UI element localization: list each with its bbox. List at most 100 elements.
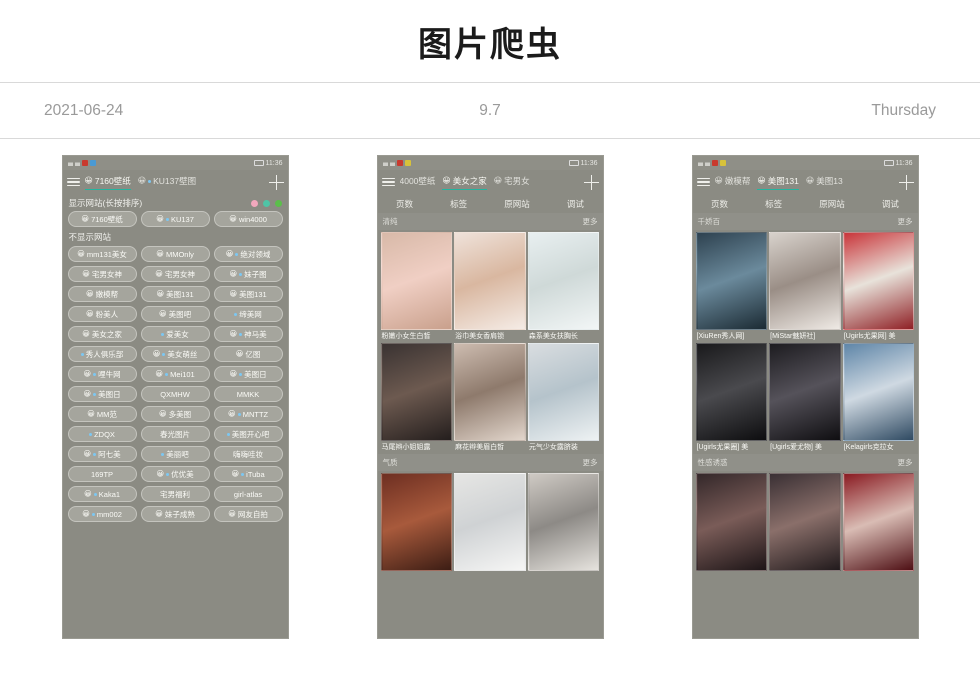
hidden-site-chip[interactable]: 😀 网友自拍 (213, 506, 283, 522)
hidden-site-chip[interactable]: 😀 MMOnly (140, 246, 210, 262)
photo-cell[interactable]: 马尾辫小姐姐露 (380, 343, 453, 454)
menu-icon[interactable] (381, 177, 395, 187)
add-tab-icon[interactable] (268, 174, 284, 190)
hidden-site-chip[interactable]: 😀 嫩模帮 (67, 286, 137, 302)
section-more-link[interactable]: 更多 (583, 457, 598, 468)
photo-cell[interactable] (380, 473, 453, 571)
hidden-site-chip[interactable]: MMKK (213, 386, 283, 402)
hidden-site-chip[interactable]: 😀 妹子成熟 (140, 506, 210, 522)
photo-cell[interactable] (454, 473, 526, 571)
photo-cell[interactable]: 粉嫩小女生白皙 (380, 232, 453, 343)
hidden-site-chip[interactable]: 宅男福利 (140, 486, 210, 502)
photo-thumbnail[interactable] (842, 473, 915, 571)
menu-icon[interactable] (66, 177, 80, 187)
hidden-site-chip[interactable]: girl-atlas (213, 486, 283, 502)
photo-thumbnail[interactable] (380, 343, 453, 441)
subtab-2-0[interactable]: 页数 (711, 198, 728, 210)
hidden-site-chip[interactable]: QXMHW (140, 386, 210, 402)
hidden-site-chip[interactable]: 😀 美女萌丝 (140, 346, 210, 362)
photo-thumbnail[interactable] (454, 343, 526, 441)
photo-cell[interactable] (769, 473, 841, 571)
hidden-site-chip[interactable]: 😀 Mei101 (140, 366, 210, 382)
photo-thumbnail[interactable] (695, 232, 768, 330)
section-more-link[interactable]: 更多 (583, 216, 598, 227)
photo-cell[interactable] (842, 473, 915, 571)
tab-1-1[interactable]: 😀 美女之家 (442, 175, 487, 190)
menu-icon[interactable] (696, 177, 710, 187)
photo-thumbnail[interactable] (842, 232, 915, 330)
photo-cell[interactable]: [Ugirls爱尤物] 美 (769, 343, 841, 454)
hidden-site-chip[interactable]: 169TP (67, 466, 137, 482)
tab-1-0[interactable]: 4000壁纸 (400, 175, 436, 189)
photo-thumbnail[interactable] (695, 343, 768, 441)
hidden-site-chip[interactable]: 春光图片 (140, 426, 210, 442)
photo-thumbnail[interactable] (380, 232, 453, 330)
subtab-2-1[interactable]: 标签 (765, 198, 782, 210)
hidden-site-chip[interactable]: 😀 美图131 (140, 286, 210, 302)
shown-site-chip[interactable]: 😀 7160壁纸 (67, 211, 137, 227)
add-tab-icon[interactable] (898, 174, 914, 190)
photo-thumbnail[interactable] (769, 343, 841, 441)
subtab-2-2[interactable]: 原网站 (819, 198, 845, 210)
hidden-site-chip[interactable]: 😀 美图131 (213, 286, 283, 302)
photo-thumbnail[interactable] (769, 232, 841, 330)
subtab-2-3[interactable]: 调试 (882, 198, 899, 210)
hidden-site-chip[interactable]: 😀 妹子图 (213, 266, 283, 282)
photo-cell[interactable]: 浴巾美女香肩锁 (454, 232, 526, 343)
photo-thumbnail[interactable] (769, 473, 841, 571)
photo-cell[interactable] (527, 473, 600, 571)
tab-0-0[interactable]: 😀 7160壁纸 (84, 175, 131, 190)
tab-2-2[interactable]: 😀 美图13 (806, 175, 843, 189)
hidden-site-chip[interactable]: 😀 宅男女神 (140, 266, 210, 282)
hidden-site-chip[interactable]: 😀 MM范 (67, 406, 137, 422)
photo-thumbnail[interactable] (454, 473, 526, 571)
hidden-site-chip[interactable]: 😀 MNTTZ (213, 406, 283, 422)
hidden-site-chip[interactable]: 缔美网 (213, 306, 283, 322)
photo-cell[interactable]: 森系美女扶胸长 (527, 232, 600, 343)
subtab-1-0[interactable]: 页数 (396, 198, 413, 210)
shown-site-chip[interactable]: 😀 KU137 (140, 211, 210, 227)
hidden-site-chip[interactable]: 😀 神马美 (213, 326, 283, 342)
photo-cell[interactable]: [XiuRen秀人网] (695, 232, 768, 343)
photo-cell[interactable]: 元气少女露脐装 (527, 343, 600, 454)
hidden-site-chip[interactable]: 秀人俱乐部 (67, 346, 137, 362)
tab-0-1[interactable]: 😀 KU137壁图 (138, 175, 196, 189)
hidden-site-chip[interactable]: 😀 优优美 (140, 466, 210, 482)
shown-site-chip[interactable]: 😀 win4000 (213, 211, 283, 227)
hidden-site-chip[interactable]: ZDQX (67, 426, 137, 442)
photo-cell[interactable]: [Ugirls尤果网] 美 (842, 232, 915, 343)
hidden-site-chip[interactable]: 😀 宅男女神 (67, 266, 137, 282)
photo-thumbnail[interactable] (527, 473, 600, 571)
hidden-site-chip[interactable]: 😀 美图日 (213, 366, 283, 382)
photo-thumbnail[interactable] (842, 343, 915, 441)
hidden-site-chip[interactable]: 美丽吧 (140, 446, 210, 462)
section-more-link[interactable]: 更多 (898, 457, 913, 468)
hidden-site-chip[interactable]: 😀 哩牛网 (67, 366, 137, 382)
hidden-site-chip[interactable]: 爱美女 (140, 326, 210, 342)
photo-thumbnail[interactable] (454, 232, 526, 330)
photo-cell[interactable]: [Kelagirls克拉女 (842, 343, 915, 454)
hidden-site-chip[interactable]: 😀 美图日 (67, 386, 137, 402)
section-more-link[interactable]: 更多 (898, 216, 913, 227)
hidden-site-chip[interactable]: 😀 iTuba (213, 466, 283, 482)
hidden-site-chip[interactable]: 美图开心吧 (213, 426, 283, 442)
photo-thumbnail[interactable] (695, 473, 768, 571)
hidden-site-chip[interactable]: 😀 Kaka1 (67, 486, 137, 502)
hidden-site-chip[interactable]: 😀 mm131美女 (67, 246, 137, 262)
tab-2-1[interactable]: 😀 美图131 (757, 175, 799, 190)
tab-2-0[interactable]: 😀 嫩模帮 (715, 175, 751, 189)
hidden-site-chip[interactable]: 😀 mm002 (67, 506, 137, 522)
subtab-1-2[interactable]: 原网站 (504, 198, 530, 210)
hidden-site-chip[interactable]: 😀 多美图 (140, 406, 210, 422)
hidden-site-chip[interactable]: 😀 美图吧 (140, 306, 210, 322)
photo-cell[interactable]: 麻花辫美眉白皙 (454, 343, 526, 454)
hidden-site-chip[interactable]: 😀 粉美人 (67, 306, 137, 322)
hidden-site-chip[interactable]: 😀 美女之家 (67, 326, 137, 342)
tab-1-2[interactable]: 😀 宅男女 (494, 175, 530, 189)
hidden-site-chip[interactable]: 😀 阿七美 (67, 446, 137, 462)
photo-thumbnail[interactable] (380, 473, 453, 571)
hidden-site-chip[interactable]: 嗨嗨哇妆 (213, 446, 283, 462)
hidden-site-chip[interactable]: 😀 亿图 (213, 346, 283, 362)
photo-thumbnail[interactable] (527, 232, 600, 330)
subtab-1-1[interactable]: 标签 (450, 198, 467, 210)
